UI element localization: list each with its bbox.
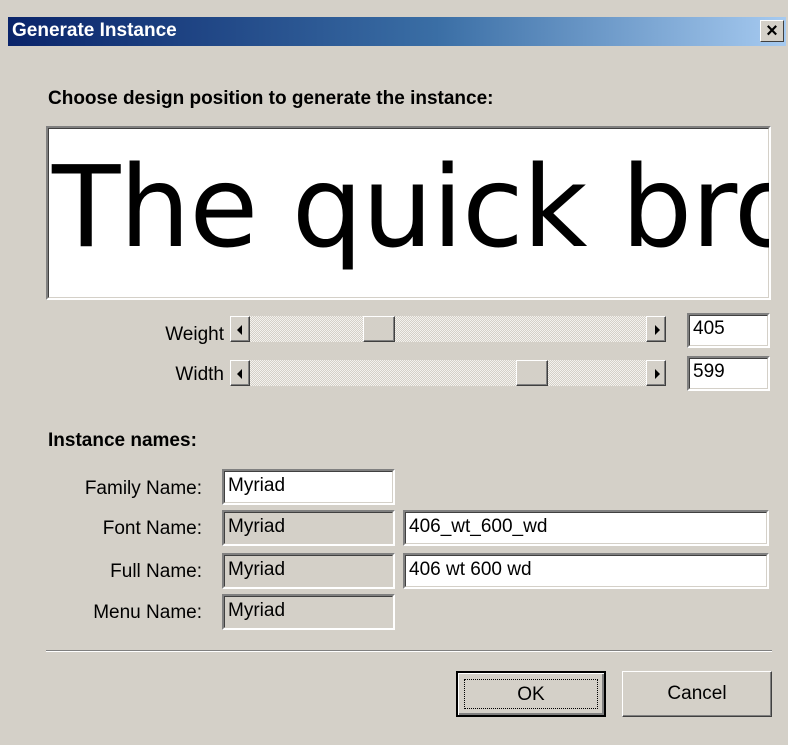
arrow-left-icon <box>237 325 242 335</box>
arrow-right-icon <box>655 325 660 335</box>
font-preview: The quick brow <box>46 126 771 300</box>
full-name-suffix-input[interactable]: 406 wt 600 wd <box>403 553 769 589</box>
width-increase-button[interactable] <box>646 360 666 386</box>
design-position-heading: Choose design position to generate the i… <box>48 88 494 109</box>
font-name-prefix-field: Myriad <box>222 510 395 546</box>
menu-name-label: Menu Name: <box>93 602 202 623</box>
separator <box>46 650 772 652</box>
title-bar[interactable]: Generate Instance × <box>8 17 786 46</box>
width-slider-thumb[interactable] <box>516 360 548 386</box>
close-button[interactable]: × <box>760 20 784 42</box>
weight-slider-track[interactable] <box>250 316 646 342</box>
arrow-right-icon <box>655 369 660 379</box>
weight-increase-button[interactable] <box>646 316 666 342</box>
cancel-button[interactable]: Cancel <box>622 671 772 717</box>
arrow-left-icon <box>237 369 242 379</box>
close-icon: × <box>766 20 778 42</box>
family-name-input[interactable]: Myriad <box>222 469 395 505</box>
font-name-suffix-input[interactable]: 406_wt_600_wd <box>403 510 769 546</box>
ok-button[interactable]: OK <box>456 671 606 717</box>
full-name-label: Full Name: <box>110 561 202 582</box>
generate-instance-dialog: Generate Instance × Choose design positi… <box>0 0 788 745</box>
weight-value-field[interactable]: 405 <box>687 313 770 348</box>
preview-sample-text: The quick brow <box>52 143 769 273</box>
width-value-field[interactable]: 599 <box>687 356 770 391</box>
width-decrease-button[interactable] <box>230 360 250 386</box>
weight-label: Weight <box>165 324 224 345</box>
ok-button-label: OK <box>517 684 545 705</box>
menu-name-field: Myriad <box>222 594 395 630</box>
width-slider-track[interactable] <box>250 360 646 386</box>
weight-slider-thumb[interactable] <box>363 316 395 342</box>
family-name-label: Family Name: <box>84 478 202 499</box>
cancel-button-label: Cancel <box>667 683 727 704</box>
full-name-prefix-field: Myriad <box>222 553 395 589</box>
weight-decrease-button[interactable] <box>230 316 250 342</box>
font-name-label: Font Name: <box>102 518 202 539</box>
width-label: Width <box>175 364 224 385</box>
instance-names-heading: Instance names: <box>48 430 197 451</box>
window-title: Generate Instance <box>12 20 177 41</box>
